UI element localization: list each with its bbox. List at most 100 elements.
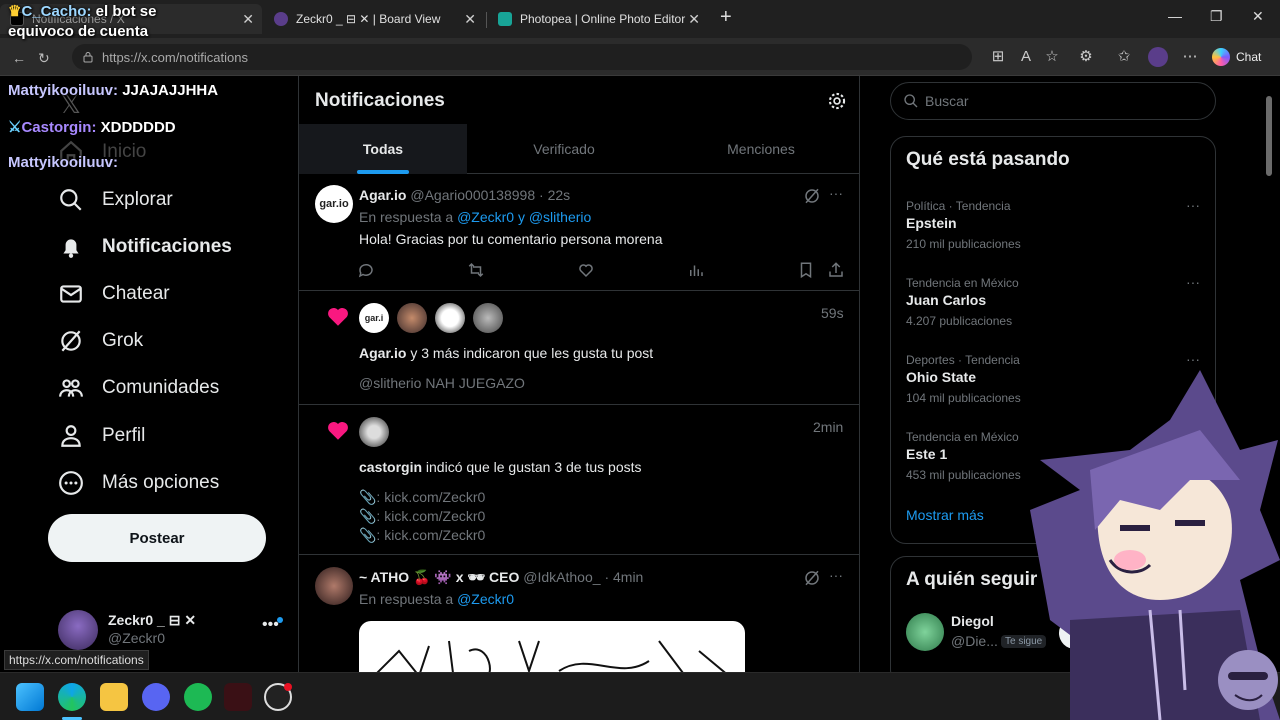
nav-notifications[interactable]: Notificaciones [58, 229, 232, 265]
search-input[interactable]: Buscar [890, 82, 1216, 120]
nav-profile[interactable]: Perfil [58, 418, 145, 454]
more-dots-icon[interactable]: ··· [1186, 197, 1200, 213]
more-dots-icon[interactable]: ··· [829, 185, 843, 201]
nav-communities[interactable]: Comunidades [58, 370, 219, 406]
tab-verified[interactable]: Verificado [467, 124, 661, 174]
actor-name[interactable]: Agar.io [359, 345, 406, 361]
avatar[interactable]: gar.i [359, 303, 389, 333]
page-title: Notificaciones [315, 90, 445, 111]
read-aloud-icon[interactable]: A [1016, 47, 1036, 67]
back-icon[interactable]: ← [12, 50, 26, 66]
actor-name[interactable]: castorgin [359, 459, 422, 475]
more-dots-icon[interactable]: ··· [1186, 274, 1200, 290]
notification-reply[interactable]: gar.io Agar.io @Agario000138998 · 22s ··… [299, 175, 859, 291]
author-handle[interactable]: @IdkAthoo_ [523, 569, 600, 585]
grok-icon[interactable] [803, 187, 821, 205]
author-name[interactable]: ~ ATHO 🍒 👾 x 🕶 CEO [359, 569, 519, 585]
share-icon[interactable] [827, 261, 845, 279]
trend-context: Política · Tendencia [906, 199, 1011, 213]
author-name[interactable]: Agar.io [359, 187, 406, 203]
more-dots-icon[interactable]: ··· [829, 567, 843, 583]
more-menu-icon[interactable]: ⋯ [1180, 47, 1200, 67]
tab-board-view[interactable]: Zeckr0 _ ⊟ ✕ | Board View ✕ [264, 4, 484, 34]
avatar[interactable] [473, 303, 503, 333]
notification-reply[interactable]: ~ ATHO 🍒 👾 x 🕶 CEO @IdkAthoo_ · 4min ···… [299, 555, 859, 672]
url-text: https://x.com/notifications [102, 49, 248, 65]
scrollbar-thumb[interactable] [1266, 96, 1272, 176]
url-input[interactable]: https://x.com/notifications [72, 44, 972, 70]
app-icon[interactable] [224, 683, 252, 711]
nav-grok[interactable]: Grok [58, 323, 143, 359]
active-tab-indicator [357, 170, 409, 174]
follow-handle: @Die... [951, 633, 998, 649]
refresh-icon[interactable]: ↻ [38, 50, 50, 67]
trends-title: Qué está pasando [906, 149, 1070, 170]
post-button[interactable]: Postear [48, 514, 266, 562]
reply-prefix: En respuesta a [359, 209, 454, 225]
notification-likes[interactable]: gar.i 59s Agar.io y 3 más indicaron que … [299, 291, 859, 405]
apps-icon[interactable]: ⊞ [988, 47, 1008, 67]
tab-photopea[interactable]: Photopea | Online Photo Editor ✕ [488, 4, 708, 34]
avatar[interactable] [435, 303, 465, 333]
liked-post-text: 📎: kick.com/Zeckr0 [359, 508, 486, 524]
discord-icon[interactable] [142, 683, 170, 711]
follow-name[interactable]: Diegol [951, 613, 994, 629]
gear-icon[interactable] [827, 91, 847, 111]
chat-overlay-msg3: ⚔Castorgin: XDDDDDD [8, 118, 176, 136]
nav-more[interactable]: Más opciones [58, 465, 219, 501]
timestamp: 59s [821, 305, 844, 321]
maximize-icon[interactable]: ❐ [1210, 8, 1223, 25]
author-handle[interactable]: @Agario000138998 [410, 187, 535, 203]
close-tab-icon[interactable]: ✕ [688, 11, 700, 28]
quoted-post-text: @slitherio NAH JUEGAZO [359, 375, 525, 391]
trend-item[interactable]: Tendencia en México Juan Carlos 4.207 pu… [906, 274, 1206, 346]
file-explorer-icon[interactable] [100, 683, 128, 711]
favorite-star-icon[interactable]: ☆ [1042, 47, 1062, 67]
window-close-icon[interactable]: ✕ [1252, 8, 1264, 25]
sword-icon: ⚔ [8, 119, 22, 136]
avatar [58, 610, 98, 650]
grok-icon[interactable] [803, 569, 821, 587]
copilot-chat-button[interactable]: Chat [1212, 46, 1261, 68]
nav-explore[interactable]: Explorar [58, 182, 173, 218]
nav-chat[interactable]: Chatear [58, 276, 170, 312]
minimize-icon[interactable]: — [1168, 8, 1182, 24]
notification-likes[interactable]: 2min castorgin indicó que le gustan 3 de… [299, 405, 859, 555]
views-icon[interactable] [687, 261, 705, 279]
avatar[interactable] [397, 303, 427, 333]
avatar[interactable] [359, 417, 389, 447]
trend-context: Tendencia en México [906, 430, 1019, 444]
tab-mentions[interactable]: Menciones [661, 124, 859, 174]
trend-title: Ohio State [906, 369, 977, 385]
trend-item[interactable]: Política · Tendencia Epstein 210 mil pub… [906, 197, 1206, 269]
new-tab-icon[interactable]: + [720, 6, 732, 29]
like-icon[interactable] [577, 261, 595, 279]
edge-browser-icon[interactable] [58, 683, 86, 711]
avatar[interactable] [906, 613, 944, 651]
mention-link[interactable]: @slitherio [529, 209, 591, 225]
tab-all[interactable]: Todas [299, 124, 467, 174]
profile-avatar-icon[interactable] [1148, 47, 1168, 67]
lock-icon [83, 52, 93, 63]
repost-icon[interactable] [467, 261, 485, 279]
reply-icon[interactable] [357, 261, 375, 279]
spotify-icon[interactable] [184, 683, 212, 711]
grok-icon [61, 330, 81, 352]
avatar[interactable] [315, 567, 353, 605]
overlay-user: C_Cacho: [21, 3, 92, 20]
mention-link[interactable]: @Zeckr0 [457, 591, 514, 607]
overlay-text: JJAJAJJHHA [122, 82, 219, 99]
extensions-icon[interactable]: ⚙ [1076, 47, 1096, 67]
close-tab-icon[interactable]: ✕ [242, 11, 254, 28]
show-more-link[interactable]: Mostrar más [906, 507, 984, 523]
avatar[interactable]: gar.io [315, 185, 353, 223]
post-image[interactable] [359, 621, 745, 672]
bookmark-icon[interactable] [797, 261, 815, 279]
trend-count: 453 mil publicaciones [906, 468, 1021, 482]
close-tab-icon[interactable]: ✕ [464, 11, 476, 28]
favorites-icon[interactable]: ✩ [1114, 47, 1134, 67]
person-icon [61, 425, 81, 447]
windows-start-icon[interactable] [16, 683, 44, 711]
envelope-icon [60, 285, 82, 303]
mention-link[interactable]: @Zeckr0 [457, 209, 514, 225]
